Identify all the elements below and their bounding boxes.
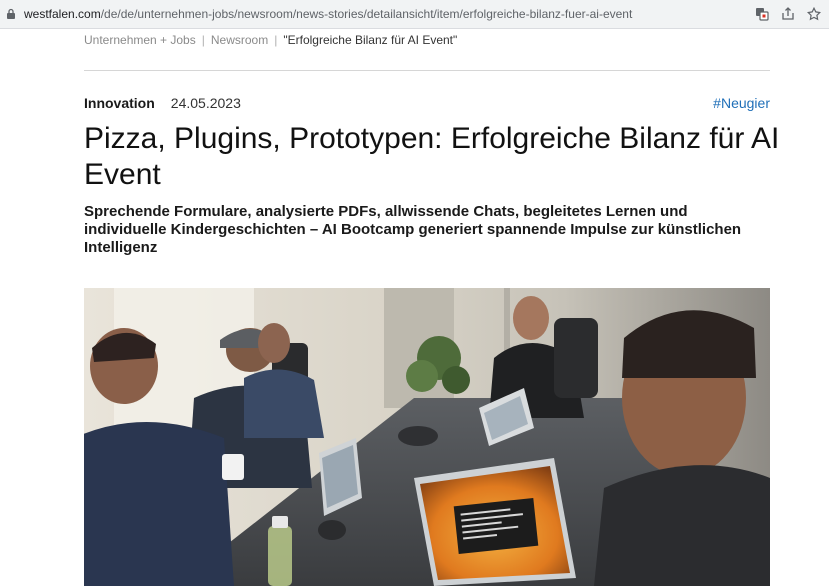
- breadcrumb-separator: |: [201, 33, 205, 47]
- bookmark-star-icon[interactable]: [807, 7, 821, 21]
- share-icon[interactable]: [781, 7, 795, 21]
- article-subtitle: Sprechende Formulare, analysierte PDFs, …: [84, 203, 742, 256]
- browser-address-bar[interactable]: westfalen.com/de/de/unternehmen-jobs/new…: [0, 0, 829, 29]
- breadcrumb-divider: [84, 70, 770, 71]
- breadcrumb-item-unternehmen[interactable]: Unternehmen + Jobs: [84, 33, 196, 47]
- hero-photo: [84, 288, 770, 586]
- breadcrumb-item-newsroom[interactable]: Newsroom: [211, 33, 268, 47]
- translate-icon[interactable]: [755, 7, 769, 21]
- url-text[interactable]: westfalen.com/de/de/unternehmen-jobs/new…: [24, 7, 755, 21]
- site-info-icon[interactable]: [4, 8, 18, 20]
- breadcrumb-current: "Erfolgreiche Bilanz für AI Event": [283, 33, 458, 47]
- breadcrumb: Unternehmen + Jobs | Newsroom | "Erfolgreich…: [84, 33, 457, 47]
- article-title: Pizza, Plugins, Prototypen: Erfolgreiche…: [84, 122, 780, 191]
- article-category: Innovation: [84, 95, 155, 111]
- url-host: westfalen.com: [24, 7, 101, 21]
- article-meta: Innovation 24.05.2023 #Neugier: [84, 95, 770, 111]
- url-path: /de/de/unternehmen-jobs/newsroom/news-st…: [100, 7, 633, 21]
- article-date: 24.05.2023: [170, 95, 241, 111]
- address-bar-actions: [755, 7, 821, 21]
- hashtag-link[interactable]: #Neugier: [713, 95, 770, 111]
- breadcrumb-separator: |: [274, 33, 278, 47]
- article-hero-image: [84, 288, 770, 586]
